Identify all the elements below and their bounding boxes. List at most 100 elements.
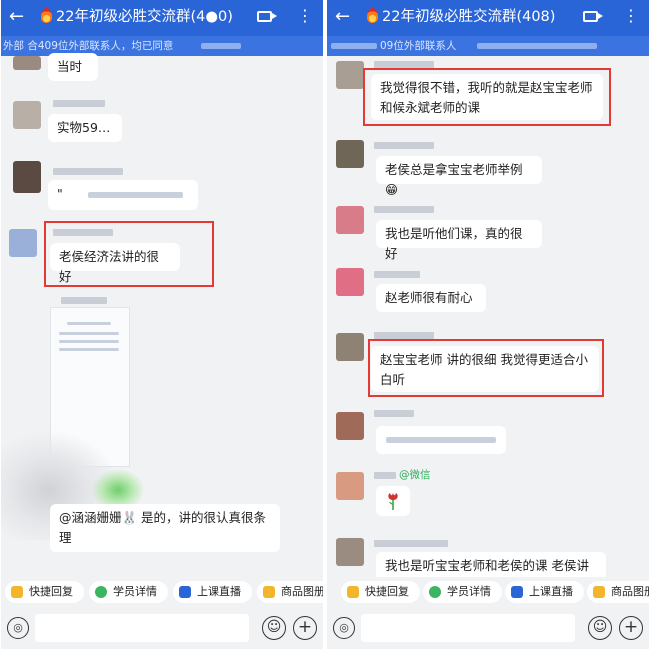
blurred-text (386, 437, 496, 443)
fire-icon (41, 8, 52, 23)
message-bubble[interactable]: " (48, 180, 198, 210)
rose-icon (388, 493, 398, 510)
chat-panel-right: ← 22年初级必胜交流群(408) ⋮ 09位外部联系人 我觉得很不错，我听的就… (327, 0, 649, 649)
input-bar: ◎ ☺ + (1, 607, 323, 649)
video-call-icon[interactable] (257, 11, 277, 22)
back-arrow-icon[interactable]: ← (335, 6, 350, 28)
back-arrow-icon[interactable]: ← (9, 6, 24, 28)
product-album-button[interactable]: 商品图册 (257, 581, 323, 603)
sender-name-blurred (374, 61, 434, 68)
student-details-button[interactable]: 学员详情 (89, 581, 168, 603)
product-album-button[interactable]: 商品图册 (587, 581, 649, 603)
sender-name-blurred (374, 472, 396, 479)
chip-label: 商品图册 (281, 585, 323, 598)
chip-label: 学员详情 (113, 585, 157, 598)
voice-icon[interactable]: ◎ (333, 617, 355, 639)
blurred-text (201, 43, 241, 49)
reply-icon (347, 586, 359, 598)
user-icon (429, 586, 441, 598)
message-bubble[interactable]: 当时 (48, 53, 98, 81)
more-menu-icon[interactable]: ⋮ (623, 4, 639, 28)
avatar[interactable] (13, 161, 41, 193)
video-call-icon[interactable] (583, 11, 603, 22)
emoji-icon[interactable]: ☺ (588, 616, 612, 640)
chip-label: 快捷回复 (29, 585, 73, 598)
sender-name-blurred (374, 142, 434, 149)
external-contacts-text: 09位外部联系人 (380, 40, 457, 52)
input-bar: ◎ ☺ + (327, 607, 649, 649)
avatar[interactable] (336, 61, 364, 89)
message-bubble[interactable] (376, 426, 506, 454)
blurred-text (331, 43, 377, 49)
chip-label: 上课直播 (529, 585, 573, 598)
message-text: " (57, 186, 63, 201)
message-bubble[interactable]: 老侯总是拿宝宝老师举例😁 (376, 156, 542, 197)
message-input[interactable] (361, 614, 575, 642)
user-icon (95, 586, 107, 598)
avatar[interactable] (336, 472, 364, 500)
emoji-icon[interactable]: ☺ (262, 616, 286, 640)
avatar[interactable] (13, 56, 41, 70)
avatar[interactable] (336, 333, 364, 361)
message-bubble[interactable]: 赵老师很有耐心 (376, 284, 486, 312)
chip-label: 快捷回复 (365, 585, 409, 598)
live-class-button[interactable]: 上课直播 (505, 581, 584, 603)
chat-header: ← 22年初级必胜交流群(4●0) ⋮ (1, 0, 323, 36)
sender-name-blurred (374, 540, 448, 547)
sender-name-blurred (374, 206, 434, 213)
blurred-text (88, 192, 183, 198)
reply-icon (11, 586, 23, 598)
plus-icon[interactable]: + (293, 616, 317, 640)
quick-reply-bar: 快捷回复 学员详情 上课直播 商品图册 (327, 577, 649, 607)
avatar[interactable] (9, 229, 37, 257)
avatar[interactable] (336, 538, 364, 566)
quick-reply-button[interactable]: 快捷回复 (341, 581, 420, 603)
external-contacts-bar[interactable]: 09位外部联系人 (327, 36, 649, 56)
external-contacts-bar[interactable]: 外部 合409位外部联系人，均已同意 (1, 36, 323, 56)
wechat-tag: @微信 (399, 469, 431, 481)
message-bubble[interactable]: 实物59… (48, 114, 122, 142)
blurred-text (477, 43, 597, 49)
highlight-box (368, 339, 604, 397)
chip-label: 学员详情 (447, 585, 491, 598)
message-bubble[interactable]: 我也是听宝宝老师和老侯的课 老侯讲 (376, 552, 606, 580)
chip-label: 上课直播 (197, 585, 241, 598)
sender-name-blurred (374, 332, 434, 339)
sender-name-blurred (374, 271, 420, 278)
quick-reply-button[interactable]: 快捷回复 (5, 581, 84, 603)
avatar[interactable] (336, 268, 364, 296)
message-bubble[interactable] (376, 486, 410, 516)
avatar[interactable] (336, 140, 364, 168)
blurred-text (59, 332, 119, 335)
more-menu-icon[interactable]: ⋮ (297, 4, 313, 28)
album-icon (593, 586, 605, 598)
group-title: 22年初级必胜交流群(4●0) (56, 9, 233, 25)
highlight-box (44, 221, 214, 287)
message-text: 也是听他们课，真的很好 (385, 226, 523, 261)
avatar[interactable] (336, 412, 364, 440)
student-details-button[interactable]: 学员详情 (423, 581, 502, 603)
chip-label: 商品图册 (611, 585, 649, 598)
avatar[interactable] (336, 206, 364, 234)
sender-name-blurred (61, 297, 107, 304)
message-input[interactable] (35, 614, 249, 642)
live-class-button[interactable]: 上课直播 (173, 581, 252, 603)
avatar[interactable] (13, 101, 41, 129)
quick-reply-bar: 快捷回复 学员详情 上课直播 商品图册 (1, 577, 323, 607)
fire-icon (367, 8, 378, 23)
sender-name-blurred (53, 100, 105, 107)
live-icon (511, 586, 523, 598)
blurred-text (59, 348, 119, 351)
sender-name-blurred (374, 410, 414, 417)
message-text: 我 (385, 226, 398, 241)
live-icon (179, 586, 191, 598)
sender-name-blurred (53, 168, 123, 175)
voice-icon[interactable]: ◎ (7, 617, 29, 639)
message-bubble[interactable]: 我也是听他们课，真的很好 (376, 220, 542, 261)
plus-icon[interactable]: + (619, 616, 643, 640)
message-bubble[interactable]: @涵涵姗姗🐰 是的，讲的很认真很条理 (50, 504, 280, 552)
album-icon (263, 586, 275, 598)
highlight-box (363, 68, 611, 126)
blurred-text (67, 322, 111, 325)
group-title: 22年初级必胜交流群(408) (382, 9, 556, 25)
